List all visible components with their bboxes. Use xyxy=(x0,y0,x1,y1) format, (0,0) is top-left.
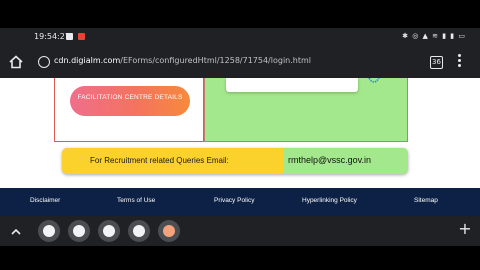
url-text[interactable]: cdn.digialm.com/EForms/configuredHtml/12… xyxy=(54,56,311,65)
footer-link-disclaimer[interactable]: Disclaimer xyxy=(30,197,60,204)
status-time: 19:54:27 xyxy=(34,32,70,41)
system-status-icons: ✱ ◎ ▲ ≋ ▮ ▮ ▭ xyxy=(402,32,466,40)
more-menu-icon[interactable] xyxy=(458,54,462,70)
app-shortcut-icon[interactable] xyxy=(38,220,60,242)
notification-icon xyxy=(66,33,73,40)
bottom-bar: + xyxy=(0,216,480,246)
app-shortcut-icon[interactable] xyxy=(68,220,90,242)
app-shortcut-icon[interactable] xyxy=(98,220,120,242)
chevron-up-icon[interactable] xyxy=(10,225,22,237)
app-shortcut-icon[interactable] xyxy=(158,220,180,242)
web-page: FACILITATION CENTRE DETAILS For Recruitm… xyxy=(0,77,480,188)
footer-link-sitemap[interactable]: Sitemap xyxy=(414,197,438,204)
footer-link-privacy[interactable]: Privacy Policy xyxy=(214,197,254,204)
status-bar: 19:54:27 ✱ ◎ ▲ ≋ ▮ ▮ ▭ xyxy=(0,28,480,46)
footer-link-hyperlinking[interactable]: Hyperlinking Policy xyxy=(302,197,357,204)
login-box xyxy=(226,78,358,92)
facilitation-centre-button[interactable]: FACILITATION CENTRE DETAILS xyxy=(70,86,190,116)
query-email-link[interactable]: rmthelp@vssc.gov.in xyxy=(288,155,371,165)
site-info-icon[interactable] xyxy=(38,56,50,68)
app-shortcut-icon[interactable] xyxy=(128,220,150,242)
browser-toolbar: cdn.digialm.com/EForms/configuredHtml/12… xyxy=(0,46,480,78)
query-label: For Recruitment related Queries Email: xyxy=(90,156,229,165)
tab-switcher-button[interactable]: 36 xyxy=(430,56,443,69)
decorative-icon xyxy=(368,77,380,84)
add-icon[interactable]: + xyxy=(458,221,472,237)
footer-link-terms[interactable]: Terms of Use xyxy=(117,197,155,204)
url-path: /EForms/configuredHtml/1258/71754/login.… xyxy=(120,56,311,65)
site-footer: Disclaimer Terms of Use Privacy Policy H… xyxy=(0,188,480,216)
url-host: cdn.digialm.com xyxy=(54,56,121,65)
notification-icon xyxy=(78,33,85,40)
home-icon[interactable] xyxy=(8,54,24,70)
